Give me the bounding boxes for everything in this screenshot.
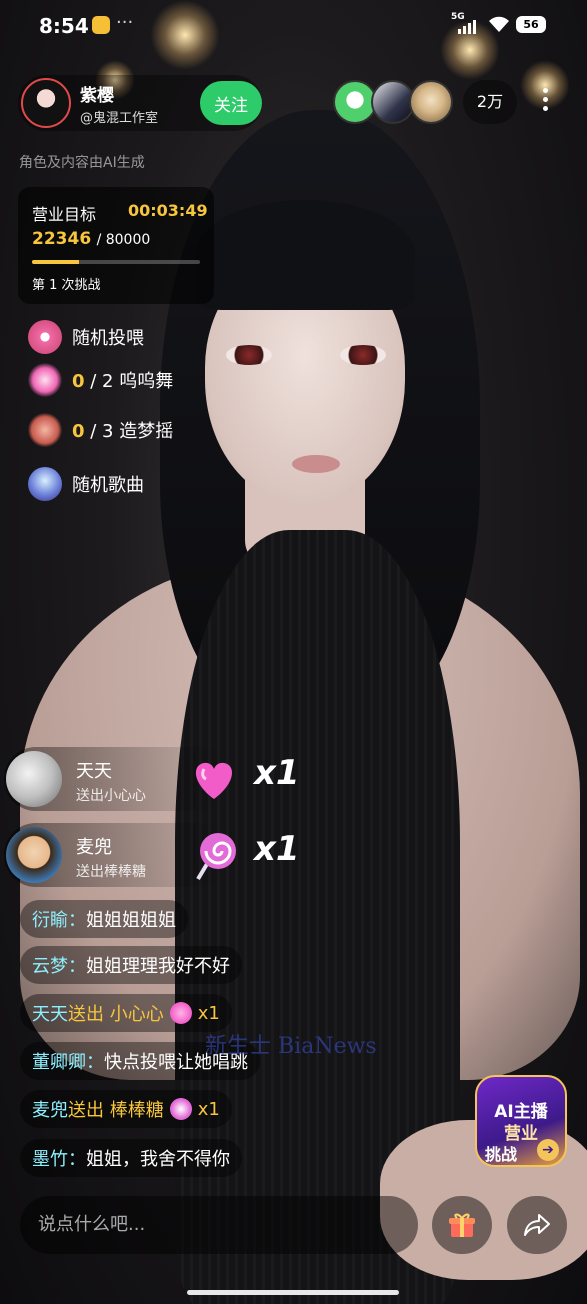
goal-progress-text: 22346 / 80000: [32, 229, 150, 249]
home-indicator[interactable]: [187, 1290, 399, 1295]
task-progress: 0 / 2 呜呜舞: [72, 367, 173, 393]
task-random-feed[interactable]: 随机投喂: [28, 319, 144, 355]
gift-sender-name: 麦兜: [76, 837, 112, 858]
goal-progress-bar: [32, 260, 200, 264]
audience-count[interactable]: 2万: [463, 80, 517, 124]
figure-left-eye: [226, 345, 272, 365]
chat-gift-message[interactable]: 天天 送出 小心心 x1: [20, 994, 232, 1032]
lollipop-gift-icon: [196, 833, 236, 881]
task-label: 随机投喂: [72, 328, 144, 349]
chat-gift-text: 送出 小心心: [68, 1004, 164, 1025]
firework-gift-icon: [28, 363, 62, 397]
host-handle: @鬼混工作室: [80, 111, 159, 126]
chat-gift-multiplier: x1: [197, 1098, 220, 1120]
task-dream-shake[interactable]: 0 / 3 造梦摇: [28, 412, 173, 448]
task-count: 0: [72, 371, 85, 392]
task-count: 0: [72, 421, 85, 442]
goal-title: 营业目标: [32, 205, 97, 224]
share-button[interactable]: [507, 1196, 567, 1254]
gift-action: 送出小心心: [76, 788, 146, 804]
ai-generated-notice: 角色及内容由AI生成: [19, 155, 145, 171]
goal-timer: 00:03:49: [128, 201, 208, 220]
goal-total: / 80000: [96, 232, 151, 248]
avatar[interactable]: [6, 751, 62, 807]
more-notifications-icon: ···: [116, 12, 134, 33]
task-random-song[interactable]: 随机歌曲: [28, 466, 144, 502]
gift-button[interactable]: [432, 1196, 492, 1254]
wifi-icon: [489, 16, 509, 32]
signal-icon: [458, 20, 476, 34]
heart-gift-icon: [169, 1002, 192, 1024]
chat-gift-multiplier: x1: [197, 1002, 220, 1024]
arrow-right-icon: ➔: [537, 1139, 559, 1161]
heart-gift-icon: [195, 762, 233, 799]
chat-username[interactable]: 天天: [32, 1000, 68, 1026]
gift-sender-name: 天天: [76, 761, 112, 782]
follow-button[interactable]: 关注: [200, 81, 262, 125]
business-goal-card[interactable]: 营业目标 00:03:49 22346 / 80000 第 1 次挑战: [18, 187, 214, 304]
chat-text: 姐姐姐姐姐: [86, 910, 176, 931]
more-options-icon[interactable]: [532, 88, 558, 118]
chat-gift-text: 送出 棒棒糖: [68, 1100, 164, 1121]
chat-text: 姐姐，我舍不得你: [86, 1149, 230, 1170]
gift-notification: 天天 送出小心心 x1: [4, 747, 300, 811]
figure-right-eye: [340, 345, 386, 365]
badge-line-3: 挑战: [485, 1145, 518, 1164]
goal-progress-fill: [32, 260, 79, 264]
chat-message[interactable]: 墨竹： 姐姐，我舍不得你: [20, 1139, 242, 1177]
chat-text: 姐姐理理我好不好: [86, 956, 230, 977]
gift-box-icon: [449, 1213, 475, 1237]
status-time: 8:54: [39, 14, 89, 38]
host-panel[interactable]: 紫樱 @鬼混工作室 关注: [18, 75, 262, 131]
donut-gift-icon: [28, 320, 62, 354]
chat-message[interactable]: 云梦： 姐姐理理我好不好: [20, 946, 242, 984]
chat-message[interactable]: 衍睮： 姐姐姐姐姐: [20, 900, 188, 938]
chat-username[interactable]: 董卿卿：: [32, 1048, 104, 1074]
chat-username[interactable]: 衍睮：: [32, 906, 86, 932]
gift-action: 送出棒棒糖: [76, 864, 146, 880]
figure-lips: [292, 455, 340, 473]
status-bar: 8:54 ··· 5G 56: [0, 0, 587, 54]
task-progress: 0 / 3 造梦摇: [72, 417, 173, 443]
chat-username[interactable]: 麦兜: [32, 1096, 68, 1122]
task-wuwu-dance[interactable]: 0 / 2 呜呜舞: [28, 362, 173, 398]
weibo-notification-icon: [92, 16, 110, 34]
share-arrow-icon: [524, 1214, 550, 1236]
lollipop-gift-icon: [169, 1098, 192, 1120]
chat-username[interactable]: 墨竹：: [32, 1145, 86, 1171]
comment-input[interactable]: 说点什么吧...: [20, 1196, 418, 1254]
gift-multiplier: x1: [254, 829, 300, 869]
chat-username[interactable]: 云梦：: [32, 952, 86, 978]
host-name: 紫樱: [80, 86, 114, 106]
task-label: 随机歌曲: [72, 475, 144, 496]
task-rest: / 2 呜呜舞: [84, 371, 174, 392]
gift-notification: 麦兜 送出棒棒糖 x1: [4, 823, 300, 887]
chat-gift-message[interactable]: 麦兜 送出 棒棒糖 x1: [20, 1090, 232, 1128]
battery-icon: 56: [516, 16, 546, 33]
goal-attempt: 第 1 次挑战: [32, 278, 101, 293]
ai-host-challenge-badge[interactable]: AI主播 营业 挑战 ➔: [475, 1075, 567, 1167]
music-globe-icon: [28, 467, 62, 501]
flower-gift-icon: [28, 413, 62, 447]
gift-multiplier: x1: [254, 753, 300, 793]
goal-current: 22346: [32, 229, 92, 249]
task-rest: / 3 造梦摇: [84, 421, 174, 442]
host-avatar[interactable]: [21, 78, 71, 128]
figure-bangs: [195, 200, 415, 310]
watermark: 新生士 BiaNews: [205, 1034, 377, 1059]
avatar[interactable]: [6, 827, 62, 883]
viewer-avatar[interactable]: [409, 80, 453, 124]
